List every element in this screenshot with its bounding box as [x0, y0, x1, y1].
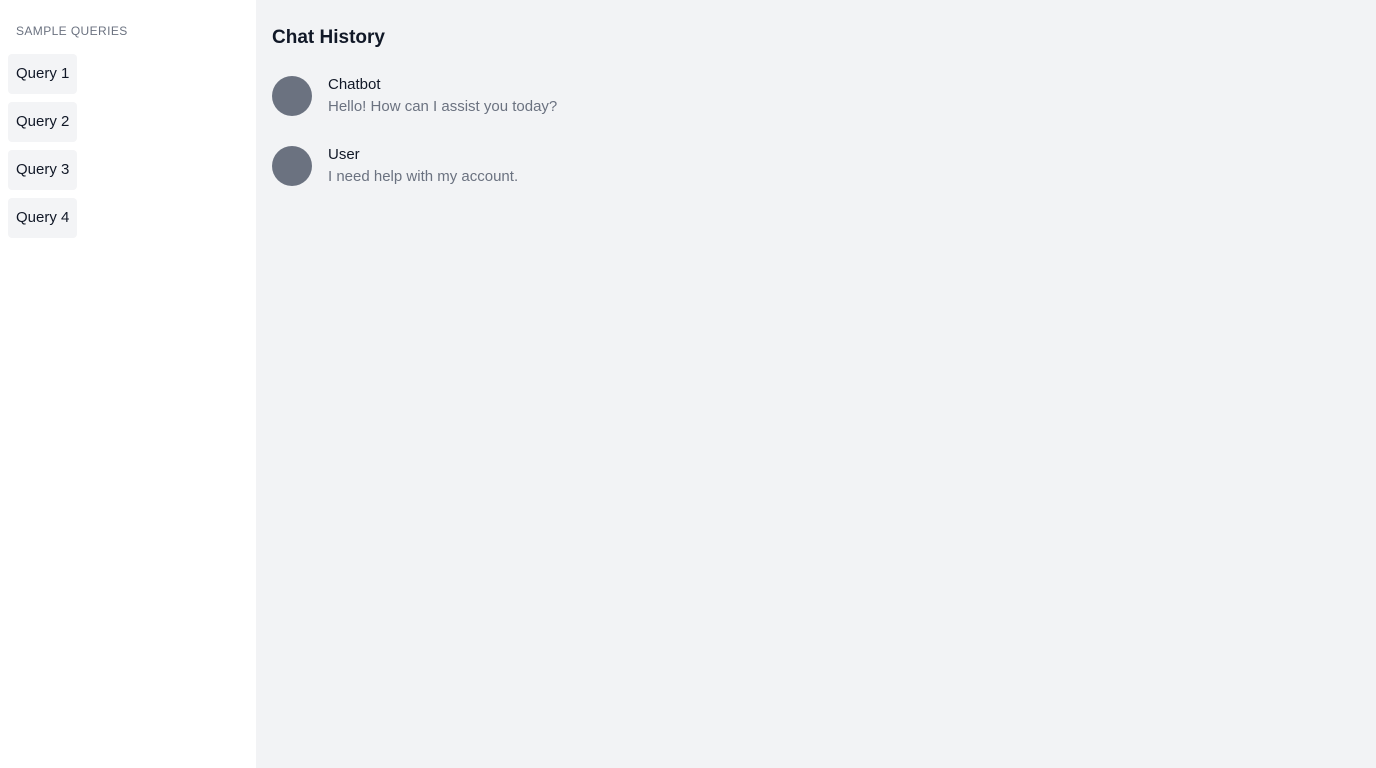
- sidebar-heading: SAMPLE QUERIES: [16, 24, 128, 38]
- page-title: Chat History: [272, 27, 385, 48]
- sidebar: SAMPLE QUERIES Query 1 Query 2 Query 3 Q…: [0, 0, 256, 768]
- avatar: [272, 76, 312, 116]
- message-sender: Chatbot: [328, 76, 381, 93]
- query-3-button[interactable]: Query 3: [8, 150, 78, 190]
- message-body: User I need help with my account.: [328, 145, 518, 187]
- query-list: Query 1 Query 2 Query 3 Query 4: [8, 54, 248, 238]
- message-text: Hello! How can I assist you today?: [328, 98, 558, 115]
- chat-message-user: User I need help with my account.: [272, 142, 1360, 190]
- message-body: Chatbot Hello! How can I assist you toda…: [328, 75, 557, 117]
- avatar: [272, 146, 312, 186]
- message-text: I need help with my account.: [328, 168, 519, 185]
- app-root: SAMPLE QUERIES Query 1 Query 2 Query 3 Q…: [0, 0, 1376, 768]
- query-4-button[interactable]: Query 4: [8, 198, 78, 238]
- query-2-button[interactable]: Query 2: [8, 102, 78, 142]
- chat-message-chatbot: Chatbot Hello! How can I assist you toda…: [272, 72, 1360, 120]
- chat-panel: Chat History Chatbot Hello! How can I as…: [256, 0, 1376, 768]
- query-1-button[interactable]: Query 1: [8, 54, 78, 94]
- message-sender: User: [328, 146, 360, 163]
